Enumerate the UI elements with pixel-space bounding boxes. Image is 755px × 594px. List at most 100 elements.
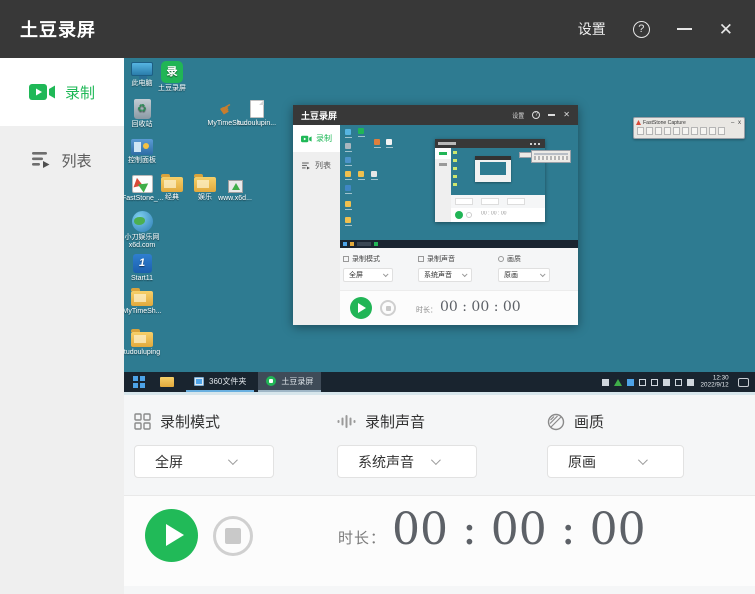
desktop-icon-tudouluping-folder: tudouluping xyxy=(124,332,162,357)
titlebar-actions: 设置 ? ✕ xyxy=(578,19,755,39)
desktop-icon-start11: 1 Start11 xyxy=(124,254,162,283)
taskbar-clock: 12:30 2022/9/12 xyxy=(700,375,728,389)
mini-titlebar: 土豆录屏 设置 ? ✕ xyxy=(293,105,578,125)
playbar: 时长： 00 : 00 : 00 xyxy=(124,495,755,586)
mode-group: 录制模式 全屏 xyxy=(134,411,274,478)
desktop-icon-tudou-app: 录 土豆录屏 xyxy=(152,61,192,93)
quality-select[interactable]: 原画 xyxy=(547,445,684,478)
tudou-taskbar-icon xyxy=(266,376,276,386)
tray-icon xyxy=(675,379,682,386)
chevron-down-icon xyxy=(228,455,238,465)
mode-value: 全屏 xyxy=(155,452,183,472)
start-button-icon xyxy=(133,376,145,388)
record-start-button[interactable] xyxy=(145,509,198,562)
tray-icon xyxy=(651,379,658,386)
taskbar-tab-tudou: 土豆录屏 xyxy=(258,372,321,392)
sound-label: 录制声音 xyxy=(365,411,425,432)
record-camera-icon xyxy=(29,83,56,101)
notification-icon xyxy=(738,378,749,387)
faststone-toolbar: FastStone Capture – x xyxy=(633,117,745,139)
mini-quality-icon xyxy=(498,256,504,262)
sidebar-record-label: 录制 xyxy=(65,82,95,103)
sidebar-item-list[interactable]: 列表 xyxy=(0,126,124,194)
recycle-bin-icon: ♻ xyxy=(134,99,151,119)
quality-group: 画质 原画 xyxy=(547,411,684,478)
tray-icon xyxy=(602,379,609,386)
faststone-tool-icons xyxy=(634,127,744,135)
faststone-title: FastStone Capture xyxy=(643,120,686,125)
level2-play-icon xyxy=(455,211,463,219)
mini-wave-icon xyxy=(418,256,424,262)
list-icon xyxy=(32,151,52,169)
sidebar-item-record[interactable]: 录制 xyxy=(0,58,124,126)
tray-icon xyxy=(639,379,646,386)
mini-grid-icon xyxy=(343,256,349,262)
controls-panel: 录制模式 全屏 录制声音 系统声音 xyxy=(124,395,755,495)
level3-window xyxy=(475,156,511,182)
duration-timer: 00 : 00 : 00 xyxy=(392,504,646,555)
mini-record-icon xyxy=(301,135,312,143)
chevron-down-icon xyxy=(431,455,441,465)
titlebar: 土豆录屏 设置 ? ✕ xyxy=(0,0,755,58)
mini-controls: 录制模式 全屏 录制声音 系统声音 画质 原画 xyxy=(340,248,578,290)
bottom-strip xyxy=(124,586,755,594)
system-tray: 12:30 2022/9/12 xyxy=(602,374,755,390)
sound-wave-icon xyxy=(337,414,356,429)
tray-icon xyxy=(627,379,634,386)
screen-preview: 此电脑 录 土豆录屏 ♻ 回收站 ☛ MyTimeSh... tudoulupi… xyxy=(124,58,755,395)
web-shortcut-icon xyxy=(228,180,243,193)
mode-label: 录制模式 xyxy=(160,411,220,432)
folder-icon xyxy=(194,177,216,192)
level2-stop-icon xyxy=(466,212,472,218)
level2-window: 00 : 00 : 00 xyxy=(435,139,545,222)
folder-icon xyxy=(131,332,153,347)
tudou-app-icon: 录 xyxy=(161,61,183,83)
mini-sidebar: 录制 列表 xyxy=(293,125,340,325)
faststone-window-controls: – x xyxy=(731,120,742,126)
help-icon[interactable]: ? xyxy=(633,21,650,38)
mini-help-icon: ? xyxy=(532,111,540,119)
control-panel-icon xyxy=(131,139,153,155)
record-stop-button[interactable] xyxy=(213,516,253,556)
mini-preview: 00 : 00 : 00 xyxy=(340,125,578,248)
chevron-down-icon xyxy=(638,455,648,465)
preview-taskbar: 360文件夹 土豆录屏 12:30 2022/9/12 xyxy=(124,372,755,392)
grid-icon xyxy=(134,413,151,430)
sidebar: 录制 列表 xyxy=(0,58,124,594)
faststone-app-icon xyxy=(132,175,153,193)
folder-icon xyxy=(161,177,183,192)
close-icon[interactable]: ✕ xyxy=(719,21,733,38)
mini-minimize-icon xyxy=(548,114,555,116)
document-icon xyxy=(250,100,264,118)
taskbar-tab-file-manager: 360文件夹 xyxy=(186,372,254,392)
sound-select[interactable]: 系统声音 xyxy=(337,445,477,478)
faststone-logo-icon xyxy=(636,120,641,125)
mini-faststone-toolbar xyxy=(531,150,571,163)
quality-icon xyxy=(547,413,565,431)
desktop-icon-www-x6d: www.x6d... xyxy=(215,180,255,203)
mini-playbar: 时长： 00 : 00 : 00 xyxy=(340,290,578,325)
mini-list-icon xyxy=(302,162,311,170)
mini-stop-icon xyxy=(380,300,396,316)
mini-taskbar xyxy=(340,240,578,248)
file-manager-icon xyxy=(194,377,204,386)
globe-icon xyxy=(132,211,153,232)
minimize-icon[interactable] xyxy=(677,28,692,30)
settings-button[interactable]: 设置 xyxy=(578,19,606,39)
desktop-icon-tudoulupin-doc: tudoulupin... xyxy=(237,100,277,128)
mini-play-icon xyxy=(350,297,372,319)
quality-value: 原画 xyxy=(568,452,596,472)
mode-select[interactable]: 全屏 xyxy=(134,445,274,478)
start11-icon: 1 xyxy=(133,254,152,273)
mini-close-icon: ✕ xyxy=(563,111,570,119)
tray-icon xyxy=(614,379,622,386)
tray-icon xyxy=(663,379,670,386)
taskbar-folder-icon xyxy=(160,377,174,387)
app-title: 土豆录屏 xyxy=(20,16,96,42)
mini-app-window: 土豆录屏 设置 ? ✕ 录制 xyxy=(293,105,578,325)
tray-icon xyxy=(687,379,694,386)
sidebar-list-label: 列表 xyxy=(61,150,91,171)
desktop-icon-control-panel: 控制面板 xyxy=(124,139,162,165)
folder-icon xyxy=(131,291,153,306)
sound-group: 录制声音 系统声音 xyxy=(337,411,477,478)
